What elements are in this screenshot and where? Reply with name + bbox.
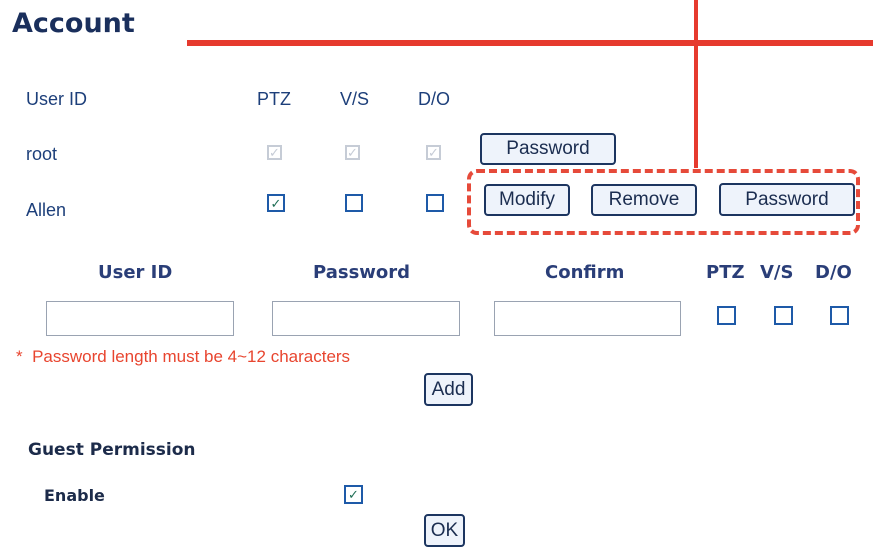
allen-do-checkbox[interactable] [426, 194, 444, 212]
allen-remove-button[interactable]: Remove [591, 184, 697, 216]
allen-modify-button[interactable]: Modify [484, 184, 570, 216]
new-user-id-input[interactable] [46, 301, 234, 336]
root-ptz-checkbox: ✓ [267, 145, 282, 160]
new-password-input[interactable] [272, 301, 460, 336]
add-header-confirm: Confirm [545, 262, 625, 283]
root-vs-checkbox: ✓ [345, 145, 360, 160]
annotation-vertical-line [694, 0, 698, 168]
col-header-do: D/O [418, 89, 451, 109]
root-password-button[interactable]: Password [480, 133, 616, 165]
new-vs-checkbox[interactable] [774, 306, 793, 325]
allen-password-button[interactable]: Password [719, 183, 855, 216]
add-header-vs: V/S [760, 262, 794, 283]
check-icon: ✓ [348, 487, 359, 502]
col-header-vs: V/S [340, 89, 370, 109]
check-icon: ✓ [428, 145, 439, 160]
confirm-password-input[interactable] [494, 301, 681, 336]
annotation-horizontal-line [187, 40, 873, 46]
password-rule-note: * Password length must be 4~12 character… [16, 347, 350, 367]
guest-enable-checkbox[interactable]: ✓ [344, 485, 363, 504]
check-icon: ✓ [269, 145, 280, 160]
col-header-ptz: PTZ [257, 89, 291, 109]
check-icon: ✓ [347, 145, 358, 160]
check-icon: ✓ [270, 195, 282, 211]
allen-vs-checkbox[interactable] [345, 194, 363, 212]
ok-button[interactable]: OK [424, 514, 465, 547]
add-header-user-id: User ID [98, 262, 173, 283]
add-header-ptz: PTZ [706, 262, 745, 283]
col-header-user-id: User ID [26, 89, 88, 109]
user-row-root-id: root [26, 144, 58, 164]
root-do-checkbox: ✓ [426, 145, 441, 160]
guest-permission-title: Guest Permission [28, 440, 196, 460]
new-ptz-checkbox[interactable] [717, 306, 736, 325]
new-do-checkbox[interactable] [830, 306, 849, 325]
enable-label: Enable [44, 486, 105, 505]
note-text: Password length must be 4~12 characters [32, 347, 351, 366]
add-header-do: D/O [815, 262, 852, 283]
allen-ptz-checkbox[interactable]: ✓ [267, 194, 285, 212]
note-star: * [16, 347, 23, 366]
add-header-password: Password [313, 262, 411, 283]
add-user-button[interactable]: Add [424, 373, 473, 406]
user-row-allen-id: Allen [26, 200, 67, 220]
page-title: Account [12, 8, 135, 39]
